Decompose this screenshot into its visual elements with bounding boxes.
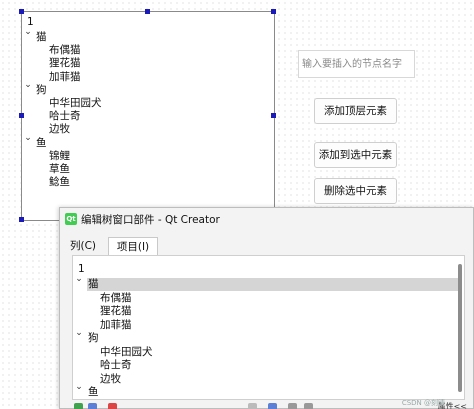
selection-handle-left[interactable] — [19, 113, 24, 118]
tree-item[interactable]: 狗 — [36, 83, 47, 97]
tree-item[interactable]: 鲶鱼 — [49, 175, 70, 189]
tree-item[interactable]: 鱼 — [36, 136, 47, 150]
dialog-title: 编辑树窗口部件 - Qt Creator — [81, 214, 220, 226]
selection-handle-top[interactable] — [145, 9, 150, 14]
dialog-tree-view[interactable]: 1 ⌄ 猫布偶猫 狸花猫 加菲猫 ⌄ 狗中华田园犬 哈士奇 边牧 ⌄ 鱼 — [72, 255, 465, 400]
tree-item[interactable]: 草鱼 — [49, 162, 70, 176]
dialog-tree-item[interactable]: 狗 — [88, 331, 99, 345]
edit-tree-dialog: Qt 编辑树窗口部件 - Qt Creator 列(C) 项目(I) 1 ⌄ 猫布偶… — [59, 207, 474, 409]
designer-tree-widget[interactable]: 1 ⌄ 猫布偶猫 狸花猫 加菲猫 ⌄ 狗中华田园犬 哈士奇 边牧 ⌄ 鱼锦鲤 草鱼 鲶鱼 — [21, 11, 275, 221]
tree-item[interactable]: 狸花猫 — [49, 56, 81, 70]
chevron-down-icon[interactable]: ⌄ — [23, 80, 33, 90]
tree-item[interactable]: 锦鲤 — [49, 149, 70, 163]
dialog-tree-item[interactable]: 加菲猫 — [100, 318, 132, 332]
dialog-tree-item[interactable]: 狸花猫 — [100, 304, 132, 318]
chevron-down-icon[interactable]: ⌄ — [23, 27, 33, 37]
selected-row-highlight — [87, 278, 460, 291]
dialog-tree-item[interactable]: 中华田园犬 — [100, 345, 153, 359]
move-right-icon[interactable] — [304, 403, 313, 409]
dialog-tree-item[interactable]: 哈士奇 — [100, 358, 132, 372]
chevron-down-icon[interactable]: ⌄ — [74, 328, 84, 338]
vertical-scrollbar[interactable] — [458, 264, 462, 392]
dialog-titlebar[interactable]: Qt 编辑树窗口部件 - Qt Creator — [60, 208, 473, 230]
selection-handle-top-right[interactable] — [271, 9, 276, 14]
chevron-down-icon[interactable]: ⌄ — [74, 382, 84, 392]
selection-handle-top-left[interactable] — [19, 9, 24, 14]
tree-item[interactable]: 加菲猫 — [49, 70, 81, 84]
watermark-text: CSDN @刻晴 — [401, 399, 445, 407]
node-name-input[interactable] — [298, 50, 415, 78]
delete-item-icon[interactable] — [108, 403, 117, 409]
dialog-tree-item[interactable]: 边牧 — [100, 372, 121, 386]
move-down-icon[interactable] — [268, 403, 277, 409]
dialog-tree-item[interactable]: 布偶猫 — [100, 291, 132, 305]
add-top-level-button[interactable]: 添加顶层元素 — [314, 98, 397, 124]
chevron-down-icon[interactable]: ⌄ — [23, 133, 33, 143]
delete-selected-button[interactable]: 删除选中元素 — [314, 178, 397, 204]
selection-handle-bottom-left[interactable] — [19, 217, 24, 222]
add-to-selected-button[interactable]: 添加到选中元素 — [314, 142, 397, 168]
chevron-down-icon[interactable]: ⌄ — [74, 274, 84, 284]
tree-item[interactable]: 布偶猫 — [49, 43, 81, 57]
move-up-icon[interactable] — [248, 403, 257, 409]
move-left-icon[interactable] — [288, 403, 297, 409]
tab-items[interactable]: 项目(I) — [108, 237, 158, 255]
new-item-icon[interactable] — [74, 403, 83, 409]
new-subitem-icon[interactable] — [88, 403, 97, 409]
tree-item[interactable]: 中华田园犬 — [49, 96, 102, 110]
tree-item[interactable]: 猫 — [36, 30, 47, 44]
qt-creator-icon: Qt — [65, 213, 77, 225]
tree-item[interactable]: 边牧 — [49, 122, 70, 136]
tab-columns[interactable]: 列(C) — [66, 237, 100, 255]
dialog-tree-item[interactable]: 鱼 — [88, 385, 99, 399]
dialog-tree-item[interactable]: 猫 — [88, 277, 99, 291]
tree-item[interactable]: 哈士奇 — [49, 109, 81, 123]
selection-handle-right[interactable] — [271, 113, 276, 118]
